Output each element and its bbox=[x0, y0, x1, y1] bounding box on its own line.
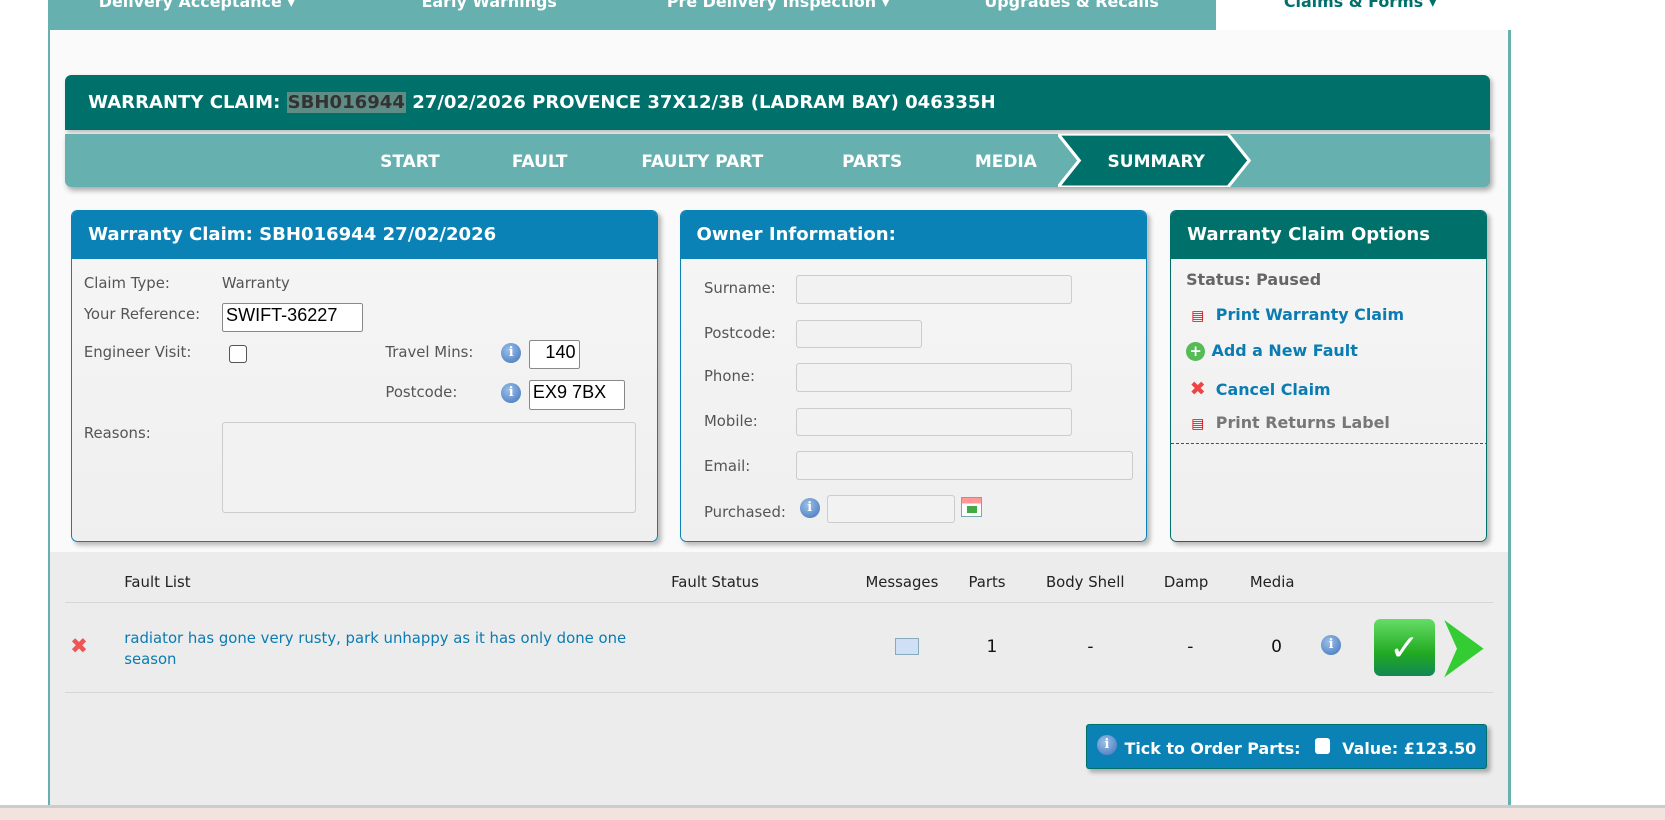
travel-mins-label: Travel Mins: bbox=[385, 342, 474, 361]
col-fault-status: Fault Status bbox=[671, 573, 759, 592]
order-parts-checkbox[interactable] bbox=[1314, 737, 1331, 754]
cancel-icon: ✖ bbox=[1189, 376, 1206, 400]
body-shell-value: - bbox=[1087, 637, 1094, 658]
postcode-input[interactable]: EX9 7BX bbox=[528, 380, 626, 410]
nav-upgrades-recalls[interactable]: Upgrades & Recalls bbox=[984, 0, 1158, 11]
col-damp: Damp bbox=[1163, 573, 1209, 592]
info-icon[interactable]: i bbox=[799, 497, 820, 519]
step-fault[interactable]: FAULT bbox=[512, 152, 568, 172]
nav-claims-forms-label: Claims & Forms ▾ bbox=[1283, 0, 1437, 11]
email-label: Email: bbox=[703, 456, 751, 475]
claim-status: Status: Paused bbox=[1186, 269, 1322, 289]
damp-value: - bbox=[1187, 637, 1194, 658]
nav-delivery-acceptance[interactable]: Delivery Acceptance ▾ bbox=[99, 0, 296, 11]
claim-panel: Warranty Claim: SBH016944 27/02/2026 Cla… bbox=[71, 210, 659, 542]
owner-postcode-label: Postcode: bbox=[703, 323, 776, 342]
delete-fault-icon[interactable]: ✖ bbox=[70, 634, 88, 659]
next-arrow-icon[interactable] bbox=[1440, 620, 1485, 678]
claim-panel-title: Warranty Claim: SBH016944 27/02/2026 bbox=[72, 211, 658, 260]
options-panel-title: Warranty Claim Options bbox=[1171, 211, 1486, 260]
step-start[interactable]: START bbox=[380, 152, 440, 172]
email-input[interactable] bbox=[796, 451, 1133, 480]
surname-label: Surname: bbox=[703, 279, 776, 298]
page-title: WARRANTY CLAIM: SBH016944 27/02/2026 PRO… bbox=[64, 75, 1490, 130]
col-parts: Parts bbox=[968, 573, 1006, 592]
mobile-input[interactable] bbox=[796, 407, 1073, 437]
col-body-shell: Body Shell bbox=[1045, 573, 1125, 592]
returns-label: Print Returns Label bbox=[1215, 413, 1390, 432]
fault-link[interactable]: radiator has gone very rusty, park unhap… bbox=[124, 628, 666, 670]
bottom-bar bbox=[0, 804, 1665, 820]
info-icon[interactable]: i bbox=[501, 383, 522, 404]
media-count: 0 bbox=[1271, 637, 1282, 658]
owner-panel: Owner Information: Surname: Postcode: Ph… bbox=[679, 210, 1147, 542]
nav-claims-forms[interactable]: Claims & Forms ▾ bbox=[1215, 0, 1508, 30]
info-icon[interactable]: i bbox=[1096, 734, 1118, 755]
phone-input[interactable] bbox=[796, 363, 1073, 392]
divider bbox=[1171, 442, 1486, 444]
reference-label: Your Reference: bbox=[83, 304, 201, 323]
step-media[interactable]: MEDIA bbox=[975, 152, 1037, 172]
engineer-visit-checkbox[interactable] bbox=[229, 345, 248, 364]
reference-input[interactable]: SWIFT-36227 bbox=[221, 302, 364, 333]
print-label: Print Warranty Claim bbox=[1215, 304, 1405, 324]
step-faulty-part[interactable]: FAULTY PART bbox=[641, 152, 763, 172]
add-label: Add a New Fault bbox=[1211, 340, 1358, 360]
nav-early-warnings[interactable]: Early Warnings bbox=[422, 0, 557, 11]
engineer-visit-label: Engineer Visit: bbox=[83, 342, 192, 361]
travel-mins-input[interactable]: 140 bbox=[528, 339, 580, 370]
owner-panel-title: Owner Information: bbox=[680, 211, 1146, 260]
order-value: Value: £123.50 bbox=[1342, 739, 1477, 758]
info-icon[interactable]: i bbox=[501, 342, 522, 364]
divider bbox=[64, 602, 1494, 604]
col-messages: Messages bbox=[865, 573, 939, 592]
cancel-claim-link[interactable]: ✖ Cancel Claim bbox=[1186, 377, 1331, 400]
divider bbox=[64, 692, 1494, 694]
col-media: Media bbox=[1249, 573, 1295, 592]
title-details: 27/02/2026 PROVENCE 37X12/3B (LADRAM BAY… bbox=[412, 92, 996, 114]
mobile-label: Mobile: bbox=[703, 411, 758, 430]
step-summary[interactable]: SUMMARY bbox=[1108, 152, 1205, 172]
order-parts-box: i Tick to Order Parts: Value: £123.50 bbox=[1086, 724, 1487, 769]
purchased-label: Purchased: bbox=[703, 503, 786, 522]
step-bar: START FAULT FAULTY PART PARTS MEDIA SUMM… bbox=[64, 133, 1490, 187]
owner-postcode-input[interactable] bbox=[796, 319, 922, 349]
print-warranty-claim-link[interactable]: ▤ Print Warranty Claim bbox=[1186, 305, 1404, 324]
cancel-label: Cancel Claim bbox=[1215, 379, 1331, 399]
col-fault-list: Fault List bbox=[124, 573, 191, 592]
claim-id: SBH016944 bbox=[286, 92, 406, 114]
print-returns-label-link[interactable]: ▤ Print Returns Label bbox=[1186, 413, 1390, 432]
postcode-label: Postcode: bbox=[385, 383, 458, 402]
purchased-date-input[interactable] bbox=[827, 494, 955, 524]
claim-type-label: Claim Type: bbox=[83, 273, 170, 292]
options-panel: Warranty Claim Options Status: Paused ▤ P… bbox=[1170, 210, 1487, 542]
calendar-icon[interactable] bbox=[960, 496, 983, 518]
approve-check-button[interactable]: ✓ bbox=[1374, 619, 1435, 677]
title-prefix: WARRANTY CLAIM: bbox=[88, 92, 281, 114]
reasons-textarea[interactable] bbox=[221, 421, 636, 513]
message-icon[interactable] bbox=[895, 638, 919, 656]
surname-input[interactable] bbox=[796, 274, 1073, 304]
nav-pre-delivery-inspection[interactable]: Pre Delivery Inspection ▾ bbox=[667, 0, 890, 11]
phone-label: Phone: bbox=[703, 367, 756, 386]
parts-count: 1 bbox=[986, 637, 998, 658]
step-parts[interactable]: PARTS bbox=[842, 152, 902, 172]
reasons-label: Reasons: bbox=[83, 423, 151, 442]
pdf-icon: ▤ bbox=[1191, 307, 1205, 324]
add-new-fault-link[interactable]: + Add a New Fault bbox=[1186, 341, 1358, 361]
claim-type-value: Warranty bbox=[221, 273, 290, 292]
top-nav: Delivery Acceptance ▾ Early Warnings Pre… bbox=[47, 0, 1216, 30]
add-icon: + bbox=[1186, 341, 1206, 361]
order-parts-label: Tick to Order Parts: bbox=[1124, 739, 1301, 758]
pdf-icon: ▤ bbox=[1191, 416, 1205, 432]
